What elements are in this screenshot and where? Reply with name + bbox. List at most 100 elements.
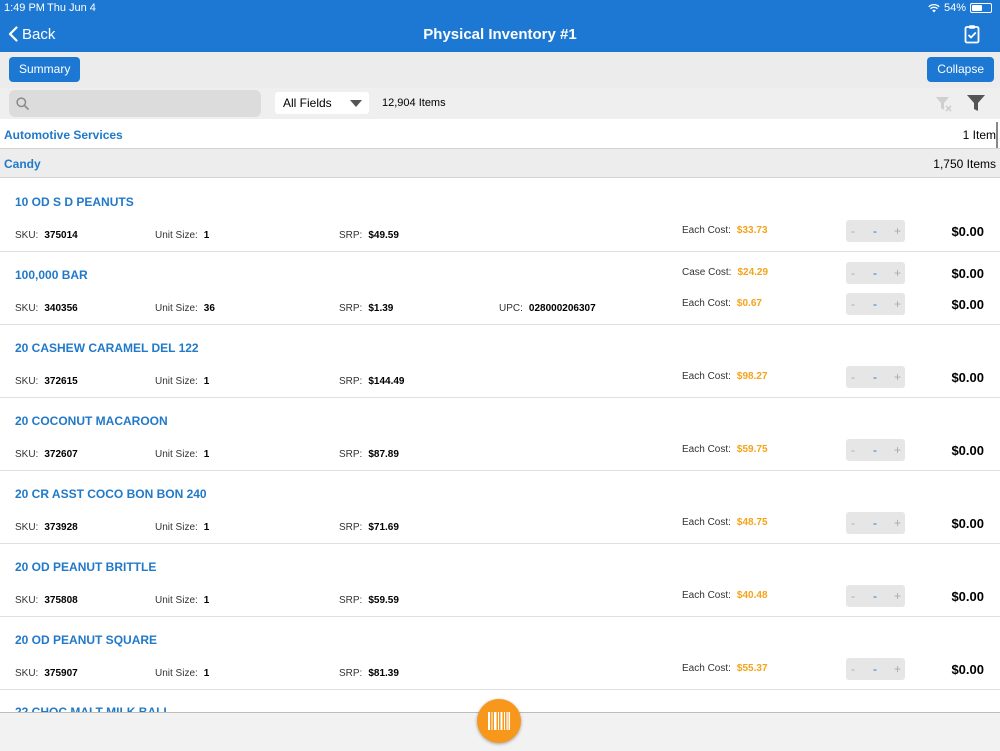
unit-size-value: 36 — [203, 303, 215, 314]
quantity-value[interactable]: - — [873, 443, 877, 457]
clipboard-button[interactable] — [962, 24, 982, 44]
scrollbar[interactable] — [996, 122, 998, 148]
item-name[interactable]: 20 COCONUT MACAROON — [15, 414, 168, 428]
decrement-button[interactable]: - — [851, 662, 855, 676]
increment-button[interactable]: + — [894, 224, 901, 238]
field-filter-select[interactable]: All Fields — [275, 92, 369, 114]
quantity-stepper[interactable]: - - + — [846, 439, 905, 461]
search-icon — [16, 97, 29, 110]
decrement-button[interactable]: - — [851, 516, 855, 530]
unit-size-field: Unit Size: 1 — [155, 522, 210, 533]
case-quantity-stepper[interactable]: - - + — [846, 262, 905, 284]
category-row-automotive[interactable]: Automotive Services 1 Item — [0, 120, 1000, 149]
scan-barcode-button[interactable] — [477, 699, 521, 743]
increment-button[interactable]: + — [894, 662, 901, 676]
srp-value: $81.39 — [368, 668, 399, 679]
decrement-button[interactable]: - — [851, 266, 855, 280]
sku-field: SKU: 372615 — [15, 376, 78, 387]
quantity-value[interactable]: - — [873, 370, 877, 384]
unit-size-value: 1 — [203, 668, 210, 679]
item-name[interactable]: 10 OD S D PEANUTS — [15, 195, 134, 209]
sku-value: 340356 — [44, 303, 78, 314]
srp-value: $59.59 — [368, 595, 399, 606]
category-count: 1,750 Items — [933, 157, 996, 171]
decrement-button[interactable]: - — [851, 297, 855, 311]
list-item: 20 OD PEANUT SQUARE SKU: 375907 Unit Size… — [0, 617, 1000, 690]
item-name[interactable]: 20 OD PEANUT SQUARE — [15, 633, 157, 647]
quantity-value[interactable]: - — [873, 297, 877, 311]
increment-button[interactable]: + — [894, 516, 901, 530]
list-item: 10 OD S D PEANUTS SKU: 375014 Unit Size: 1… — [0, 179, 1000, 252]
srp-value: $87.89 — [368, 449, 399, 460]
item-name[interactable]: 20 CR ASST COCO BON BON 240 — [15, 487, 207, 501]
search-bar: All Fields 12,904 Items — [0, 88, 1000, 119]
quantity-stepper[interactable]: - - + — [846, 293, 905, 315]
item-name[interactable]: 100,000 BAR — [15, 268, 88, 282]
decrement-button[interactable]: - — [851, 589, 855, 603]
each-cost-value: $59.75 — [736, 444, 768, 455]
sku-field: SKU: 375808 — [15, 595, 78, 606]
search-box[interactable] — [9, 90, 261, 117]
battery-icon — [970, 3, 992, 13]
line-total: $0.00 — [951, 297, 984, 312]
collapse-button[interactable]: Collapse — [927, 57, 994, 82]
item-count: 12,904 Items — [382, 97, 446, 109]
unit-size-value: 1 — [203, 595, 210, 606]
increment-button[interactable]: + — [894, 266, 901, 280]
increment-button[interactable]: + — [894, 443, 901, 457]
srp-field: SRP: $49.59 — [339, 230, 399, 241]
quantity-stepper[interactable]: - - + — [846, 512, 905, 534]
quantity-stepper[interactable]: - - + — [846, 658, 905, 680]
status-time: 1:49 PM — [4, 2, 45, 14]
decrement-button[interactable]: - — [851, 370, 855, 384]
sku-field: SKU: 373928 — [15, 522, 78, 533]
srp-field: SRP: $144.49 — [339, 376, 405, 387]
quantity-value[interactable]: - — [873, 516, 877, 530]
list-item: 20 COCONUT MACAROON SKU: 372607 Unit Size… — [0, 398, 1000, 471]
decrement-button[interactable]: - — [851, 224, 855, 238]
each-cost-field: Each Cost: $40.48 — [682, 590, 768, 601]
unit-size-field: Unit Size: 36 — [155, 303, 215, 314]
each-cost-field: Each Cost: $55.37 — [682, 663, 768, 674]
battery-percent: 54% — [943, 2, 966, 14]
status-battery-area: 54% — [928, 2, 992, 14]
line-total: $0.00 — [951, 662, 984, 677]
increment-button[interactable]: + — [894, 589, 901, 603]
each-cost-value: $55.37 — [736, 663, 768, 674]
line-total: $0.00 — [951, 589, 984, 604]
quantity-stepper[interactable]: - - + — [846, 366, 905, 388]
item-name[interactable]: 20 CASHEW CARAMEL DEL 122 — [15, 341, 199, 355]
sku-value: 375907 — [44, 668, 78, 679]
unit-size-field: Unit Size: 1 — [155, 376, 210, 387]
each-cost-value: $98.27 — [736, 371, 768, 382]
filter-icon[interactable] — [966, 94, 986, 112]
each-cost-field: Each Cost: $33.73 — [682, 225, 768, 236]
case-cost-field: Case Cost: $24.29 — [682, 267, 769, 278]
increment-button[interactable]: + — [894, 370, 901, 384]
line-total: $0.00 — [951, 443, 984, 458]
quantity-value[interactable]: - — [873, 266, 877, 280]
quantity-value[interactable]: - — [873, 662, 877, 676]
sku-value: 372615 — [44, 376, 78, 387]
each-cost-field: Each Cost: $98.27 — [682, 371, 768, 382]
item-name[interactable]: 20 OD PEANUT BRITTLE — [15, 560, 156, 574]
filter-clear-icon[interactable] — [935, 96, 953, 112]
status-date: Thu Jun 4 — [47, 2, 96, 14]
summary-button[interactable]: Summary — [9, 57, 81, 82]
category-row-candy[interactable]: Candy 1,750 Items — [0, 149, 1000, 178]
unit-size-field: Unit Size: 1 — [155, 595, 210, 606]
line-total: $0.00 — [951, 224, 984, 239]
quantity-value[interactable]: - — [873, 589, 877, 603]
quantity-stepper[interactable]: - - + — [846, 220, 905, 242]
wifi-icon — [928, 3, 940, 13]
quantity-value[interactable]: - — [873, 224, 877, 238]
quantity-stepper[interactable]: - - + — [846, 585, 905, 607]
srp-field: SRP: $81.39 — [339, 668, 399, 679]
increment-button[interactable]: + — [894, 297, 901, 311]
sku-value: 372607 — [44, 449, 78, 460]
srp-field: SRP: $1.39 — [339, 303, 394, 314]
search-input[interactable] — [35, 94, 259, 114]
decrement-button[interactable]: - — [851, 443, 855, 457]
each-cost-field: Each Cost: $0.67 — [682, 298, 762, 309]
unit-size-value: 1 — [203, 522, 210, 533]
